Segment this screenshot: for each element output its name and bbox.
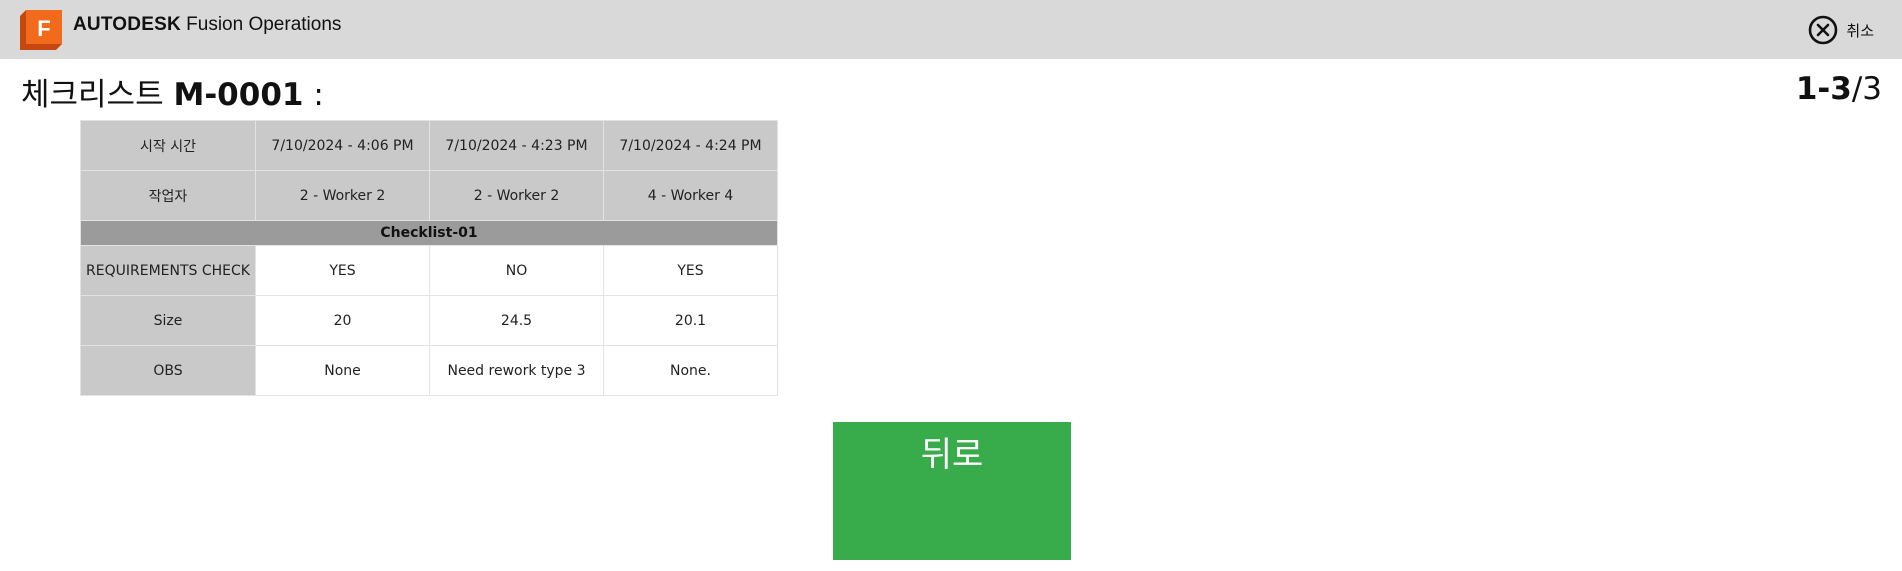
fusion-logo-icon: F [20,10,62,50]
page-range: 1-3 [1795,71,1852,107]
table-cell: YES [603,245,778,296]
table-cell: YES [255,245,430,296]
table-cell: 20.1 [603,295,778,346]
worker-cell: 2 - Worker 2 [429,170,604,221]
row-label: 작업자 [80,170,256,221]
row-label: REQUIREMENTS CHECK [80,245,256,296]
checklist-code: M-0001 [173,77,304,113]
start-time-cell: 7/10/2024 - 4:06 PM [255,120,430,171]
row-label: 시작 시간 [80,120,256,171]
cancel-button[interactable]: 취소 [1808,15,1874,45]
table-cell: None. [603,345,778,396]
page-counter: 1-3/3 [1796,71,1882,107]
page-title-suffix: : [313,77,324,113]
table-cell: 20 [255,295,430,346]
table-cell: 24.5 [429,295,604,346]
row-label: OBS [80,345,256,396]
page-title: 체크리스트 M-0001 : [21,69,324,114]
cancel-label: 취소 [1846,21,1874,40]
section-title: Checklist-01 [80,220,778,246]
brand-product: Fusion Operations [186,14,342,35]
svg-text:F: F [37,16,50,41]
worker-row: 작업자 2 - Worker 2 2 - Worker 2 4 - Worker… [80,170,778,221]
worker-cell: 4 - Worker 4 [603,170,778,221]
back-button[interactable]: 뒤로 [833,422,1071,560]
top-bar: F AUTODESK Fusion Operations 취소 [0,0,1902,59]
page-total: /3 [1851,71,1882,107]
table-cell: Need rework type 3 [429,345,604,396]
brand-company: AUTODESK [73,14,181,35]
checklist-table: 시작 시간 7/10/2024 - 4:06 PM 7/10/2024 - 4:… [80,120,778,396]
brand-name: AUTODESK Fusion Operations [73,14,341,36]
table-row: REQUIREMENTS CHECK YES NO YES [80,245,778,296]
page-title-prefix: 체크리스트 [21,77,164,113]
table-cell: NO [429,245,604,296]
table-row: OBS None Need rework type 3 None. [80,345,778,396]
table-row: Size 20 24.5 20.1 [80,295,778,346]
worker-cell: 2 - Worker 2 [255,170,430,221]
section-row: Checklist-01 [80,220,778,246]
row-label: Size [80,295,256,346]
start-time-cell: 7/10/2024 - 4:23 PM [429,120,604,171]
close-circle-icon [1809,15,1838,45]
table-cell: None [255,345,430,396]
start-time-cell: 7/10/2024 - 4:24 PM [603,120,778,171]
start-time-row: 시작 시간 7/10/2024 - 4:06 PM 7/10/2024 - 4:… [80,120,778,171]
